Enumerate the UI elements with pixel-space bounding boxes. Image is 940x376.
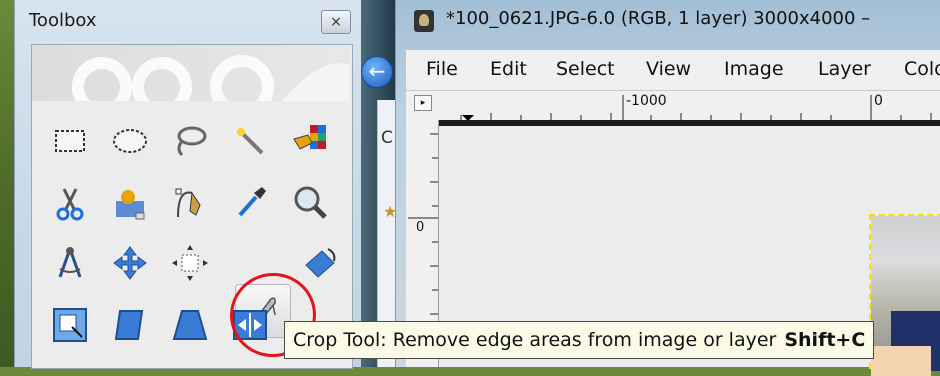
fuzzy-select-tool[interactable] xyxy=(225,116,275,166)
menu-layer[interactable]: Layer xyxy=(818,58,871,80)
align-tool[interactable] xyxy=(165,238,215,288)
ellipse-select-icon xyxy=(113,129,147,153)
free-select-tool[interactable] xyxy=(165,116,215,166)
rectangle-select-icon xyxy=(55,130,85,152)
move-arrows-icon xyxy=(113,246,147,280)
horizontal-ruler[interactable]: ▸ -1000 0 xyxy=(406,90,940,121)
image-window-title: *100_0621.JPG-6.0 (RGB, 1 layer) 3000x40… xyxy=(446,8,871,29)
select-by-color-tool[interactable] xyxy=(285,116,335,166)
crop-tool-tooltip: Crop Tool: Remove edge areas from image … xyxy=(284,321,875,359)
vertical-ruler-label-0: 0 xyxy=(416,220,425,235)
color-picker-tool[interactable] xyxy=(225,178,275,228)
menu-image[interactable]: Image xyxy=(724,58,784,80)
ruler-ticks xyxy=(460,95,932,121)
menu-bar: File Edit Select View Image Layer Colo xyxy=(406,50,940,90)
rotate-icon xyxy=(305,248,336,278)
wilber-header xyxy=(32,45,350,119)
shear-icon xyxy=(114,310,144,340)
align-icon xyxy=(172,245,208,281)
scale-tool[interactable] xyxy=(45,300,95,350)
tooltip-shortcut: Shift+C xyxy=(784,329,866,351)
menu-file[interactable]: File xyxy=(426,58,458,80)
eyedropper-icon xyxy=(238,187,266,217)
ruler-label-0: 0 xyxy=(874,93,883,109)
image-window: *100_0621.JPG-6.0 (RGB, 1 layer) 3000x40… xyxy=(395,0,940,376)
magnifier-icon xyxy=(294,186,327,219)
shear-tool[interactable] xyxy=(105,300,155,350)
wilber-logo xyxy=(72,55,350,119)
paths-tool[interactable] xyxy=(165,178,215,228)
canvas-top-edge xyxy=(439,120,940,126)
compass-icon xyxy=(58,247,82,278)
menu-view[interactable]: View xyxy=(646,58,691,80)
move-tool[interactable] xyxy=(105,238,155,288)
close-button[interactable]: × xyxy=(321,10,351,34)
perspective-icon xyxy=(172,310,208,340)
lasso-icon xyxy=(177,126,207,157)
rect-select-tool[interactable] xyxy=(45,116,95,166)
rotate-tool[interactable] xyxy=(295,238,345,288)
foreground-select-icon xyxy=(116,190,145,220)
measure-tool[interactable] xyxy=(45,238,95,288)
gimp-app-icon xyxy=(414,10,434,32)
photo-light-region xyxy=(871,346,931,376)
image-layer[interactable] xyxy=(869,214,940,376)
tooltip-text: Crop Tool: Remove edge areas from image … xyxy=(293,329,777,351)
toolbox-window: Toolbox × xyxy=(14,0,362,369)
ruler-label-minus1000: -1000 xyxy=(626,93,667,109)
back-arrow-icon[interactable]: ← xyxy=(361,56,393,88)
perspective-tool[interactable] xyxy=(165,300,215,350)
ellipse-select-tool[interactable] xyxy=(105,116,155,166)
foreground-select-tool[interactable] xyxy=(105,178,155,228)
menu-colors[interactable]: Colo xyxy=(904,58,940,80)
pen-path-icon xyxy=(175,188,201,218)
scale-icon xyxy=(53,308,87,342)
menu-edit[interactable]: Edit xyxy=(490,58,527,80)
toolbox-title: Toolbox xyxy=(29,10,97,31)
scissors-icon xyxy=(56,188,84,221)
magic-wand-icon xyxy=(237,128,264,155)
scissors-select-tool[interactable] xyxy=(45,178,95,228)
menu-select[interactable]: Select xyxy=(556,58,615,80)
partial-text: C xyxy=(381,128,393,148)
color-select-icon xyxy=(293,125,326,150)
zoom-tool[interactable] xyxy=(285,178,335,228)
